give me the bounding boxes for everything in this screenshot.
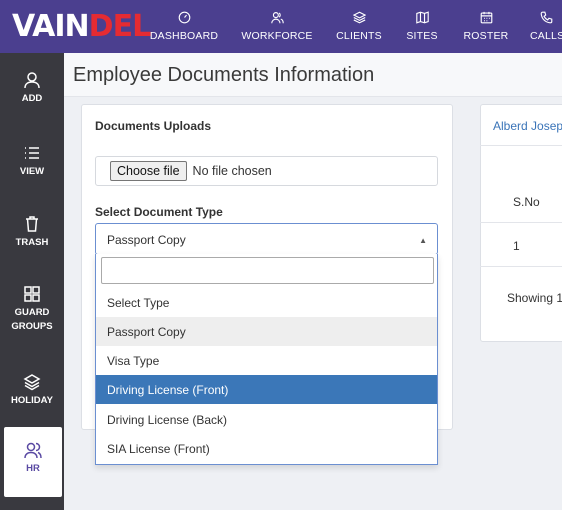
sidebar-item-hr-label: HR: [26, 463, 40, 474]
grid-icon: [24, 286, 40, 302]
divider: [480, 222, 562, 223]
gauge-icon: [178, 11, 190, 24]
logo-text-part2: DEL: [88, 8, 152, 44]
brand-logo[interactable]: VAIN DEL: [12, 8, 152, 44]
phone-icon: [540, 11, 553, 24]
top-navbar: VAIN DEL DASHBOARD WORKFORCE CLIENTS SITE…: [0, 0, 562, 53]
nav-clients[interactable]: CLIENTS: [333, 0, 385, 53]
nav-calls[interactable]: CALLS: [530, 0, 562, 53]
employee-documents-card: [480, 104, 562, 342]
nav-workforce-label: WORKFORCE: [241, 30, 313, 42]
nav-dashboard-label: DASHBOARD: [149, 30, 219, 42]
page-header: Employee Documents Information: [64, 53, 562, 97]
layers-icon: [23, 374, 41, 391]
map-icon: [415, 11, 429, 24]
nav-workforce[interactable]: WORKFORCE: [240, 0, 314, 53]
nav-calls-label: CALLS: [530, 30, 562, 42]
calendar-icon: [480, 11, 492, 24]
users-icon: [270, 12, 284, 24]
sidebar-item-trash[interactable]: TRASH: [0, 215, 64, 250]
trash-icon: [26, 216, 38, 232]
sidebar-item-holiday[interactable]: HOLIDAY: [0, 373, 64, 408]
table-cell-sno: 1: [513, 239, 520, 253]
sidebar-item-add[interactable]: ADD: [0, 71, 64, 106]
page-title: Employee Documents Information: [73, 64, 375, 86]
document-type-label: Select Document Type: [95, 205, 223, 219]
sidebar-item-guard-groups[interactable]: GUARD GROUPS: [0, 285, 64, 334]
nav-clients-label: CLIENTS: [336, 30, 382, 42]
dropdown-search-input[interactable]: [101, 257, 434, 284]
sidebar: ADD VIEW TRASH GUARD GROUPS HOLIDAY HR: [0, 53, 64, 510]
dropdown-option-highlighted[interactable]: Driving License (Front): [96, 375, 437, 404]
divider: [480, 266, 562, 267]
divider: [480, 145, 562, 146]
sidebar-item-view-label: VIEW: [19, 166, 45, 177]
documents-uploads-label: Documents Uploads: [95, 119, 212, 133]
sidebar-item-add-label: ADD: [21, 93, 43, 104]
column-header-sno: S.No: [513, 195, 540, 209]
sidebar-item-holiday-label: HOLIDAY: [11, 395, 53, 406]
caret-up-icon: ▲: [419, 236, 427, 245]
nav-dashboard[interactable]: DASHBOARD: [149, 0, 219, 53]
dropdown-option[interactable]: Visa Type: [96, 346, 437, 375]
table-footer-showing: Showing 1: [507, 291, 562, 305]
sidebar-item-trash-label: TRASH: [15, 237, 49, 248]
users-icon: [24, 442, 42, 459]
nav-sites[interactable]: SITES: [402, 0, 442, 53]
file-status-text: No file chosen: [192, 164, 272, 178]
employee-name-link[interactable]: Alberd Josep: [493, 119, 562, 133]
document-type-value: Passport Copy: [107, 233, 186, 247]
dropdown-option[interactable]: Driving License (Back): [96, 405, 437, 434]
list-icon: [25, 147, 39, 159]
nav-roster-label: ROSTER: [463, 30, 509, 42]
layers-icon: [352, 11, 366, 24]
document-type-dropdown: Select Type Passport Copy Visa Type Driv…: [95, 254, 438, 465]
choose-file-button[interactable]: Choose file: [110, 161, 187, 181]
user-add-icon: [24, 72, 40, 89]
document-type-select[interactable]: Passport Copy ▲: [95, 223, 438, 255]
nav-sites-label: SITES: [406, 30, 438, 42]
sidebar-item-hr[interactable]: HR: [4, 427, 62, 497]
file-upload-field[interactable]: Choose file No file chosen: [95, 156, 438, 186]
sidebar-item-guard-groups-label: GUARD GROUPS: [11, 307, 53, 332]
dropdown-option[interactable]: Select Type: [96, 288, 437, 317]
logo-text-part1: VAIN: [12, 8, 90, 44]
nav-roster[interactable]: ROSTER: [460, 0, 512, 53]
dropdown-option-selected[interactable]: Passport Copy: [96, 317, 437, 346]
sidebar-item-view[interactable]: VIEW: [0, 144, 64, 179]
dropdown-option[interactable]: SIA License (Front): [96, 434, 437, 463]
